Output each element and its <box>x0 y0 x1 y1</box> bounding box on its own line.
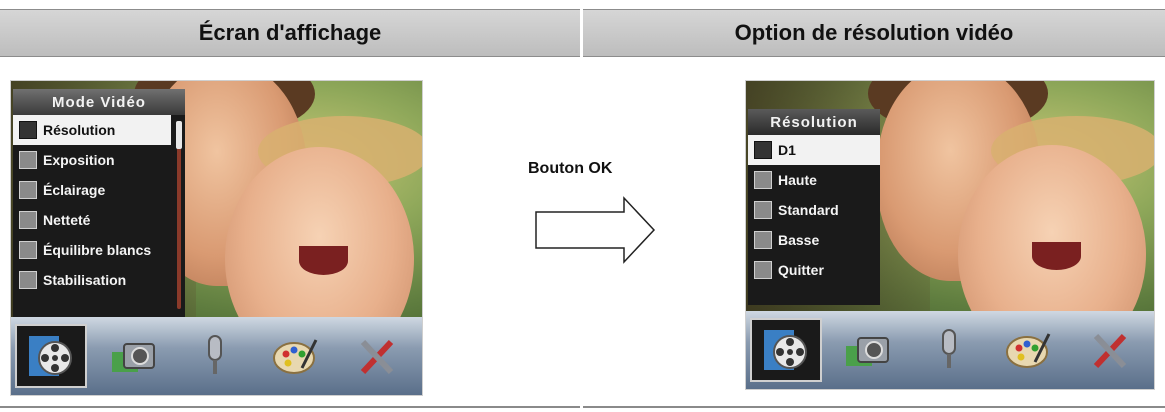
film-reel-icon <box>764 330 807 370</box>
menu-item-label: Équilibre blancs <box>43 242 152 258</box>
menu-item-lighting[interactable]: Éclairage <box>13 175 185 205</box>
camera-icon <box>111 343 155 372</box>
tools-icon <box>1093 333 1126 369</box>
header-right-title: Option de résolution vidéo <box>734 20 1014 45</box>
voice-mode-tab[interactable] <box>909 318 990 382</box>
header-video-resolution-option: Option de résolution vidéo <box>583 9 1165 57</box>
menu-item-label: Stabilisation <box>43 272 127 288</box>
menu-item-high[interactable]: Haute <box>748 165 880 195</box>
menu-item-low[interactable]: Basse <box>748 225 880 255</box>
mode-toolbar <box>746 311 1154 389</box>
menu-item-exposure[interactable]: Exposition <box>13 145 185 175</box>
menu-item-label: Haute <box>778 172 817 188</box>
microphone-icon <box>207 335 222 374</box>
effects-mode-tab[interactable] <box>989 318 1070 382</box>
camera-icon <box>846 337 890 366</box>
menu-item-label: Quitter <box>778 262 824 278</box>
stabilization-icon <box>19 271 37 289</box>
menu-item-label: Netteté <box>43 212 91 228</box>
microphone-icon <box>941 329 956 368</box>
menu-item-d1[interactable]: D1 <box>748 135 880 165</box>
right-arrow-icon <box>535 196 656 264</box>
video-mode-tab[interactable] <box>15 324 87 388</box>
menu-title: Résolution <box>748 109 880 135</box>
photo-mode-tab[interactable] <box>828 318 909 382</box>
bottom-divider-right <box>583 406 1165 408</box>
menu-item-label: Résolution <box>43 122 116 138</box>
menu-item-label: Éclairage <box>43 182 106 198</box>
effects-mode-tab[interactable] <box>256 324 337 388</box>
high-resolution-icon <box>754 171 772 189</box>
menu-item-sharpness[interactable]: Netteté <box>13 205 185 235</box>
d1-icon <box>754 141 772 159</box>
menu-item-label: Exposition <box>43 152 115 168</box>
mode-toolbar <box>11 317 422 395</box>
standard-resolution-icon <box>754 201 772 219</box>
menu-item-white-balance[interactable]: Équilibre blancs <box>13 235 185 265</box>
menu-scrollbar[interactable] <box>176 121 182 309</box>
exit-icon <box>754 261 772 279</box>
low-resolution-icon <box>754 231 772 249</box>
video-mode-menu: Mode Vidéo Résolution Exposition Éclaira… <box>13 89 185 317</box>
menu-item-exit[interactable]: Quitter <box>748 255 880 285</box>
film-reel-icon <box>29 336 72 376</box>
menu-item-label: D1 <box>778 142 796 158</box>
video-mode-tab[interactable] <box>750 318 822 382</box>
menu-scroll-thumb[interactable] <box>176 121 182 149</box>
lighting-icon <box>19 181 37 199</box>
resolution-icon <box>19 121 37 139</box>
menu-item-stabilization[interactable]: Stabilisation <box>13 265 185 295</box>
menu-item-label: Basse <box>778 232 820 248</box>
settings-mode-tab[interactable] <box>1070 318 1151 382</box>
photo-mode-tab[interactable] <box>93 324 174 388</box>
camera-screen-left: Mode Vidéo Résolution Exposition Éclaira… <box>10 80 423 396</box>
menu-title: Mode Vidéo <box>13 89 185 115</box>
palette-icon <box>273 339 318 374</box>
tools-icon <box>361 339 394 375</box>
bottom-divider-left <box>0 406 580 408</box>
resolution-menu: Résolution D1 Haute Standard Basse Quitt… <box>748 109 880 305</box>
camera-screen-right: Résolution D1 Haute Standard Basse Quitt… <box>745 80 1155 390</box>
voice-mode-tab[interactable] <box>174 324 255 388</box>
ok-button-label: Bouton OK <box>528 160 613 177</box>
menu-item-label: Standard <box>778 202 839 218</box>
header-left-title: Écran d'affichage <box>198 20 382 45</box>
sharpness-icon <box>19 211 37 229</box>
white-balance-icon <box>19 241 37 259</box>
exposure-icon <box>19 151 37 169</box>
settings-mode-tab[interactable] <box>337 324 418 388</box>
menu-item-standard[interactable]: Standard <box>748 195 880 225</box>
menu-item-resolution[interactable]: Résolution <box>13 115 171 145</box>
header-display-screen: Écran d'affichage <box>0 9 580 57</box>
palette-icon <box>1006 333 1051 368</box>
